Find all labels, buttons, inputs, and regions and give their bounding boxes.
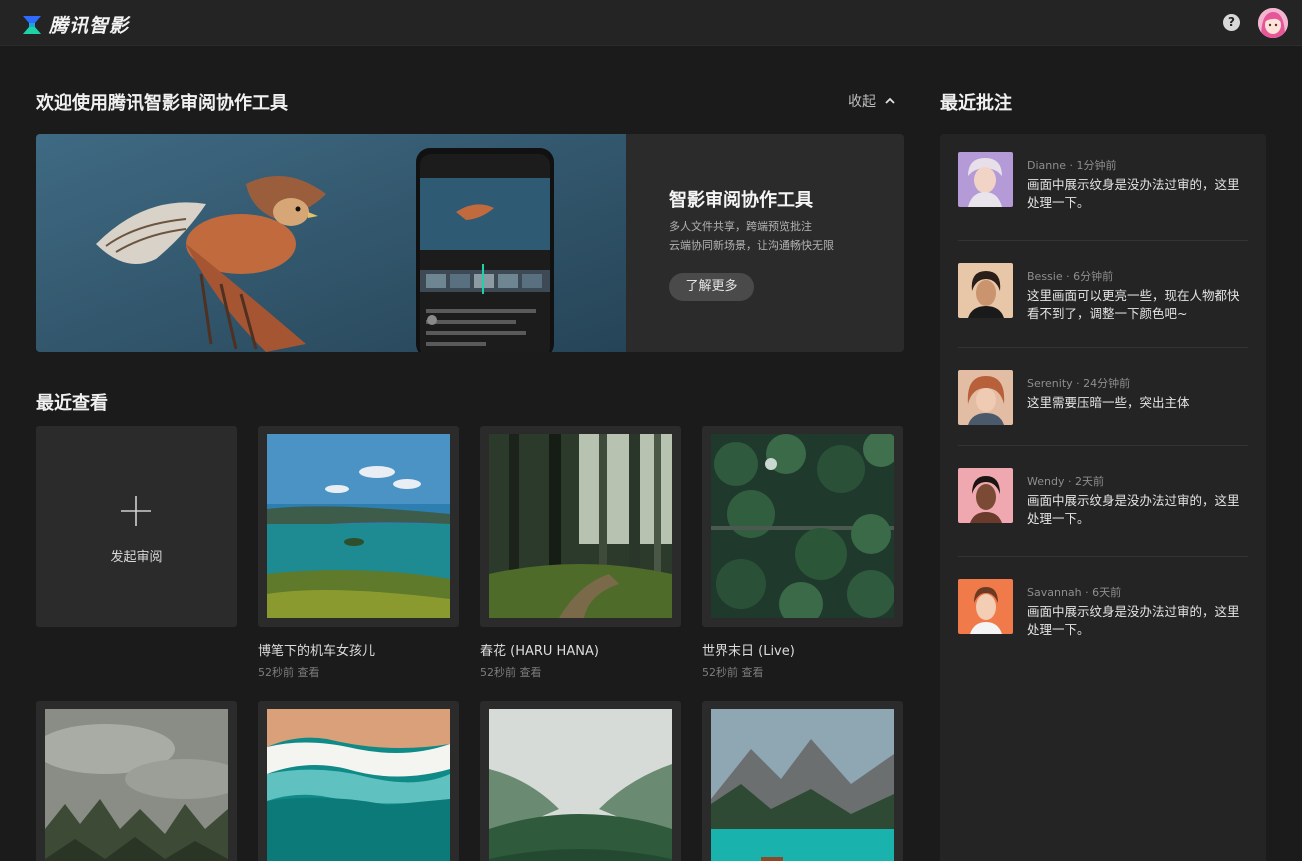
thumbnail-beach	[267, 709, 450, 861]
comment-text: 画面中展示纹身是没办法过审的，这里处理一下。	[1027, 493, 1240, 526]
thumbnail-foggy-valley	[489, 709, 672, 861]
recent-item-meta: 52秒前 查看	[258, 666, 320, 679]
chevron-up-icon	[885, 97, 895, 104]
comment-meta: Wendy · 2天前	[1027, 475, 1104, 488]
learn-more-button[interactable]: 了解更多	[669, 273, 754, 301]
banner-subtitle-1: 多人文件共享，跨端预览批注	[669, 220, 812, 233]
thumbnail-treetops	[711, 434, 894, 618]
avatar-image	[1258, 8, 1288, 38]
plus-icon	[121, 496, 151, 526]
comment-text: 这里需要压暗一些，突出主体	[1027, 395, 1190, 410]
comments-title: 最近批注	[940, 93, 1012, 114]
comment-meta: Dianne · 1分钟前	[1027, 159, 1117, 172]
comment-text: 画面中展示纹身是没办法过审的，这里处理一下。	[1027, 604, 1240, 637]
divider	[958, 240, 1248, 241]
recent-item-card[interactable]	[258, 701, 459, 861]
logo-icon	[23, 15, 41, 34]
banner-image	[36, 134, 626, 352]
recent-item-meta: 52秒前 查看	[480, 666, 542, 679]
collapse-label: 收起	[848, 94, 876, 110]
app-logo[interactable]: 腾讯智影	[21, 11, 129, 38]
comment-meta: Serenity · 24分钟前	[1027, 377, 1131, 390]
welcome-banner: 智影审阅协作工具 多人文件共享，跨端预览批注 云端协同新场景，让沟通畅快无限 了…	[36, 134, 904, 352]
thumbnail-mountain-lake	[711, 709, 894, 861]
recent-item-title[interactable]: 春花 (HARU HANA)	[480, 640, 599, 659]
comment-meta: Bessie · 6分钟前	[1027, 270, 1114, 283]
top-bar: 腾讯智影 ?	[0, 0, 1302, 46]
recent-item-card[interactable]	[36, 701, 237, 861]
recent-item-title[interactable]: 世界末日 (Live)	[702, 640, 795, 659]
recent-item-card[interactable]	[480, 426, 681, 627]
comment-item[interactable]: Bessie · 6分钟前 这里画面可以更亮一些，现在人物都快看不到了，调整一下…	[958, 263, 1248, 353]
help-icon[interactable]: ?	[1223, 14, 1240, 31]
avatar	[958, 263, 1013, 318]
avatar	[958, 468, 1013, 523]
app-name: 腾讯智影	[49, 15, 130, 37]
comment-meta: Savannah · 6天前	[1027, 586, 1122, 599]
recent-item-card[interactable]	[702, 701, 903, 861]
collapse-button[interactable]: 收起	[848, 91, 896, 111]
recent-item-card[interactable]	[480, 701, 681, 861]
recent-item-card[interactable]	[258, 426, 459, 627]
comment-text: 这里画面可以更亮一些，现在人物都快看不到了，调整一下颜色吧~	[1027, 288, 1240, 321]
recent-item-title[interactable]: 博笔下的机车女孩儿	[258, 640, 375, 659]
comment-item[interactable]: Serenity · 24分钟前 这里需要压暗一些，突出主体	[958, 370, 1248, 440]
banner-subtitle-2: 云端协同新场景，让沟通畅快无限	[669, 239, 834, 252]
avatar	[958, 152, 1013, 207]
new-review-label: 发起审阅	[110, 550, 163, 565]
comment-item[interactable]: Dianne · 1分钟前 画面中展示纹身是没办法过审的，这里处理一下。	[958, 152, 1248, 242]
welcome-title: 欢迎使用腾讯智影审阅协作工具	[36, 93, 288, 114]
thumbnail-lake	[267, 434, 450, 618]
thumbnail-forest	[489, 434, 672, 618]
avatar[interactable]	[1258, 8, 1288, 38]
divider	[958, 445, 1248, 446]
comment-item[interactable]: Savannah · 6天前 画面中展示纹身是没办法过审的，这里处理一下。	[958, 579, 1248, 669]
comment-text: 画面中展示纹身是没办法过审的，这里处理一下。	[1027, 177, 1240, 210]
divider	[958, 347, 1248, 348]
avatar	[958, 579, 1013, 634]
recent-item-meta: 52秒前 查看	[702, 666, 764, 679]
thumbnail-misty-forest	[45, 709, 228, 861]
comments-panel: Dianne · 1分钟前 画面中展示纹身是没办法过审的，这里处理一下。 Bes…	[940, 134, 1266, 861]
avatar	[958, 370, 1013, 425]
banner-title: 智影审阅协作工具	[669, 190, 813, 211]
divider	[958, 556, 1248, 557]
new-review-card[interactable]: 发起审阅	[36, 426, 237, 627]
recent-item-card[interactable]	[702, 426, 903, 627]
recent-title: 最近查看	[36, 393, 108, 414]
comment-item[interactable]: Wendy · 2天前 画面中展示纹身是没办法过审的，这里处理一下。	[958, 468, 1248, 558]
